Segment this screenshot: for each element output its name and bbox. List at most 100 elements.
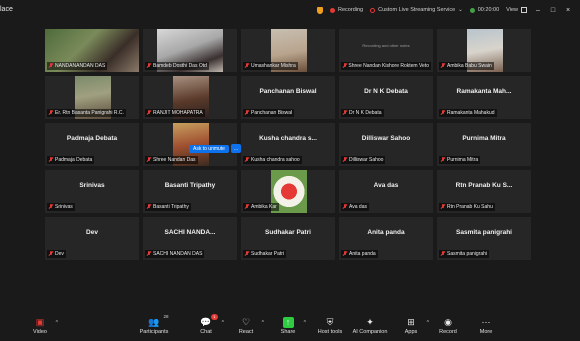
participant-tile[interactable]: Purnima Mitra Purnima Mitra [437,123,531,166]
participant-name: Kusha chandra sahoo [251,157,300,163]
participant-name-tag: Sasmita panigrahi [439,250,490,258]
meeting-timer: 00:20:00 [469,7,499,13]
mic-muted-icon [245,110,249,116]
chevron-down-icon: ⌄ [458,7,463,13]
participant-name-tag: Panchanan Biswal [243,109,295,117]
minimize-button[interactable]: – [534,6,542,14]
participant-tile[interactable]: Padmaja Debata Padmaja Debata [45,123,139,166]
participant-tile[interactable]: Ambika Babu Swain [437,29,531,72]
more-options-icon[interactable]: ... [230,144,241,153]
video-button[interactable]: ▣ Video ^ [20,317,60,336]
window-title: lace [0,6,13,13]
mic-muted-icon [441,251,445,257]
participant-tile[interactable]: NANDANANDAN DAS [45,29,139,72]
participant-tile[interactable]: Dr N K Debata Dr N K Debata [339,76,433,119]
participant-name: Anita panda [349,251,376,257]
participant-display-name: Basanti Tripathy [164,182,216,189]
participant-name-tag: Purnima Mitra [439,156,481,164]
participant-name-tag: Bamdeb Dosthi Das Otd [145,62,209,70]
participant-tile[interactable]: Ramakanta Mah... Ramakanta Mahakud [437,76,531,119]
participant-tile[interactable]: Panchanan Biswal Panchanan Biswal [241,76,335,119]
ai-companion-button[interactable]: ✦ AI Companion [350,317,390,336]
participant-tile[interactable]: Ava das Ava das [339,170,433,213]
participant-display-name: Kusha chandra s... [259,135,317,142]
participant-tile[interactable]: Basanti Tripathy Basanti Tripathy [143,170,237,213]
chevron-up-icon[interactable]: ^ [304,320,306,326]
participant-tile[interactable]: Dev Dev [45,217,139,260]
chevron-up-icon[interactable]: ^ [56,320,58,326]
participant-tile[interactable]: Rtn Pranab Ku S... Rtn Pranab Ku Sahu [437,170,531,213]
participant-tile[interactable]: Recording and other notes Shree Nandan Ki… [339,29,433,72]
participant-tile[interactable]: Er. Rtn Basanta Panigrahi R.C. [45,76,139,119]
close-button[interactable]: × [564,6,572,14]
participant-tile[interactable]: Dilliswar Sahoo Dilliswar Sahoo [339,123,433,166]
participant-display-name: Sudhakar Patri [265,229,311,236]
participant-name: Purnima Mitra [447,157,479,163]
participant-tile[interactable]: Ambika Kar [241,170,335,213]
mic-muted-icon [441,204,445,210]
chevron-up-icon[interactable]: ^ [222,320,224,326]
live-streaming-indicator[interactable]: Custom Live Streaming Service ⌄ [370,7,463,13]
participant-name: SACHI NANDAN DAS [153,251,203,257]
mic-muted-icon [147,63,151,69]
participant-name-tag: SACHI NANDAN DAS [145,250,205,258]
participant-display-name: Ava das [373,182,399,189]
security-shield-icon[interactable] [317,6,324,14]
record-icon: ◉ [444,317,452,327]
participant-display-name: Srinivas [79,182,105,189]
mic-muted-icon [245,204,249,210]
participant-tile[interactable]: SACHI NANDA... SACHI NANDAN DAS [143,217,237,260]
participant-name-tag: Ambika Babu Swain [439,62,494,70]
timer-icon [469,7,475,13]
apps-grid-icon: ⊞ [407,317,415,327]
participant-tile[interactable]: Sasmita panigrahi Sasmita panigrahi [437,217,531,260]
chat-icon: 💬 1 [200,314,218,327]
participant-name-tag: Dev [47,250,66,258]
apps-button[interactable]: ⊞ Apps ^ [391,317,431,336]
participant-display-name: Dev [86,229,98,236]
record-button[interactable]: ◉ Record [428,317,468,336]
mic-muted-icon [343,110,347,116]
participant-gallery: NANDANANDAN DAS Bamdeb Dosthi Das Otd Umas… [45,29,535,307]
react-heart-icon: ♡ [241,317,251,327]
recording-indicator[interactable]: Recording [330,7,363,13]
participant-tile[interactable]: Bamdeb Dosthi Das Otd [143,29,237,72]
share-button[interactable]: ↑ Share ^ [268,317,308,335]
chat-button[interactable]: 💬 1 Chat ^ [186,314,226,335]
participants-icon: 👥 28 [148,314,169,327]
mic-muted-icon [49,251,53,257]
participant-tile[interactable]: Umashankar Mishra [241,29,335,72]
participant-display-name: Ramakanta Mah... [456,88,512,95]
mic-muted-icon [49,63,53,69]
participant-name-tag: Ambika Kar [243,203,279,211]
more-button[interactable]: ⋯ More [466,317,506,336]
participants-button[interactable]: 👥 28 Participants [134,314,174,335]
tile-note: Recording and other notes [362,43,410,48]
participant-tile[interactable]: RANJIT MOHAPATRA [143,76,237,119]
meeting-controls-top: Recording Custom Live Streaming Service … [317,4,572,16]
participant-name-tag: Shree Nandan Das [145,156,198,164]
maximize-button[interactable]: □ [549,6,557,14]
title-bar: lace Recording Custom Live Streaming Ser… [0,0,580,20]
participant-name-tag: Dilliswar Sahoo [341,156,386,164]
ask-to-unmute-button[interactable]: Ask to unmute ... [189,144,241,153]
participant-tile[interactable]: Sudhakar Patri Sudhakar Patri [241,217,335,260]
participant-tile[interactable]: Srinivas Srinivas [45,170,139,213]
view-grid-icon [521,7,527,13]
mic-muted-icon [245,251,249,257]
host-tools-button[interactable]: ⛨ Host tools [310,317,350,336]
participant-tile[interactable]: Anita panda Anita panda [339,217,433,260]
more-dots-icon: ⋯ [481,317,491,327]
participant-name: Basanti Tripathy [153,204,189,210]
participant-display-name: Purnima Mitra [462,135,506,142]
view-button[interactable]: View [506,7,527,13]
participant-name: Ambika Kar [251,204,277,210]
participant-name-tag: Padmaja Debata [47,156,95,164]
participant-display-name: Anita panda [367,229,405,236]
participant-name-tag: Ava das [341,203,369,211]
react-button[interactable]: ♡ React ^ [226,317,266,336]
participant-name: Shree Nandan Das [153,157,196,163]
share-screen-icon: ↑ [282,317,294,328]
chevron-up-icon[interactable]: ^ [262,320,264,326]
participant-tile[interactable]: Kusha chandra s... Kusha chandra sahoo [241,123,335,166]
